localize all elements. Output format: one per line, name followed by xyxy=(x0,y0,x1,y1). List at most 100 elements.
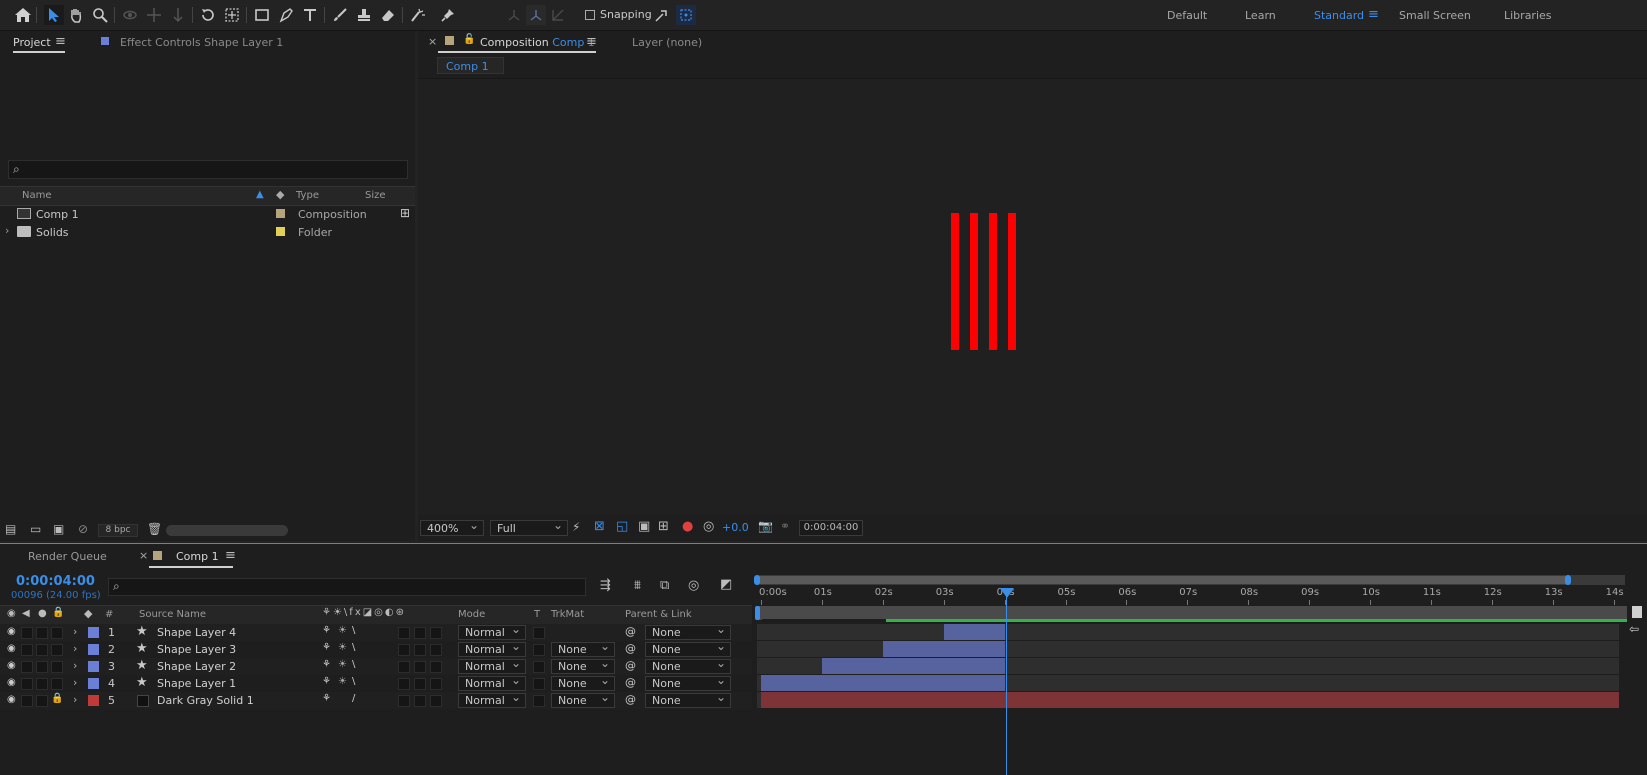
lock-toggle[interactable] xyxy=(51,661,63,673)
axis-local-icon[interactable] xyxy=(504,5,524,25)
pickwhip-icon[interactable]: @ xyxy=(625,676,636,689)
layer-duration-bar[interactable] xyxy=(761,692,1619,708)
label-swatch[interactable] xyxy=(88,678,99,689)
shy-switch-icon[interactable]: ⚘ xyxy=(322,625,331,636)
switch-box[interactable] xyxy=(430,695,442,707)
expand-chevron-icon[interactable]: › xyxy=(73,676,77,689)
label-column-icon[interactable]: ◆ xyxy=(276,188,284,201)
roto-brush-tool-icon[interactable] xyxy=(408,5,428,25)
mode-dropdown[interactable]: Normal xyxy=(458,673,526,691)
fast-previews-icon[interactable]: ⚡ xyxy=(572,520,580,534)
layer-row[interactable]: ◉ › 4 ★ Shape Layer 1 ⚘ ☀ \ Normal None … xyxy=(0,673,752,692)
layer-duration-bar[interactable] xyxy=(882,641,1005,657)
shy-switch-icon[interactable]: ⚘ xyxy=(322,642,331,653)
switch-box[interactable] xyxy=(430,644,442,656)
time-ruler[interactable]: 0:00s 01s 02s 03s 04s 05s 06s 07s 08s 09s 10s 11s 12… xyxy=(757,585,1627,605)
label-swatch[interactable] xyxy=(88,661,99,672)
type-tool-icon[interactable] xyxy=(300,5,320,25)
comp-viewer[interactable] xyxy=(418,78,1647,515)
mask-visibility-icon[interactable]: ◱ xyxy=(616,519,628,534)
eye-icon[interactable]: ◉ xyxy=(7,677,16,688)
project-settings-icon[interactable]: ⊘ xyxy=(78,522,88,536)
navigator-start-handle[interactable] xyxy=(754,575,760,585)
viewer-timecode[interactable]: 0:00:04:00 xyxy=(799,520,863,536)
switch-box[interactable] xyxy=(430,627,442,639)
switch-box[interactable] xyxy=(414,644,426,656)
color-management-icon[interactable]: ◎ xyxy=(703,519,714,534)
collapse-switch-icon[interactable]: ☀ xyxy=(338,625,347,636)
mode-dropdown[interactable]: Normal xyxy=(458,639,526,657)
navigator-end-handle[interactable] xyxy=(1565,575,1571,585)
workspace-small-screen[interactable]: Small Screen xyxy=(1399,9,1471,22)
layer-name[interactable]: Shape Layer 1 xyxy=(157,677,236,690)
flowchart-icon[interactable]: ⊞ xyxy=(400,206,410,220)
panel-menu-icon[interactable]: ≡ xyxy=(55,34,66,49)
quality-switch-icon[interactable]: / xyxy=(352,693,355,704)
resolution-dropdown[interactable]: Full xyxy=(490,517,568,536)
col-source-name[interactable]: Source Name xyxy=(139,609,206,620)
pen-tool-icon[interactable] xyxy=(276,5,296,25)
workspace-default[interactable]: Default xyxy=(1167,9,1207,22)
label-swatch[interactable] xyxy=(88,627,99,638)
playhead-handle[interactable] xyxy=(1000,588,1014,598)
rectangle-tool-icon[interactable] xyxy=(252,5,272,25)
expand-chevron-icon[interactable]: › xyxy=(5,224,9,237)
label-swatch[interactable] xyxy=(276,209,285,218)
collapse-switch-icon[interactable]: ☀ xyxy=(338,642,347,653)
anchor-point-tool-icon[interactable] xyxy=(222,5,242,25)
mode-dropdown[interactable]: Normal xyxy=(458,656,526,674)
region-of-interest-icon[interactable]: ▣ xyxy=(638,519,650,534)
new-folder-icon[interactable]: ▭ xyxy=(30,522,41,536)
parent-dropdown[interactable]: None xyxy=(645,639,731,657)
draft-3d-icon[interactable]: ⩩ xyxy=(634,578,641,593)
workspace-standard[interactable]: Standard xyxy=(1314,9,1364,22)
label-swatch[interactable] xyxy=(88,695,99,706)
project-item[interactable]: Comp 1 Composition ⊞ xyxy=(0,205,415,223)
solo-toggle[interactable] xyxy=(36,661,48,673)
composition-flowchart-icon[interactable]: ⇶ xyxy=(600,578,611,593)
layer-duration-bar[interactable] xyxy=(821,658,1005,674)
timeline-search-field[interactable]: ⌕ xyxy=(108,578,586,596)
eraser-tool-icon[interactable] xyxy=(378,5,398,25)
bpc-button[interactable]: 8 bpc xyxy=(98,524,138,537)
solo-toggle[interactable] xyxy=(36,627,48,639)
comp-panel-menu-icon[interactable]: ≡ xyxy=(586,34,597,49)
preserve-transparency-toggle[interactable] xyxy=(533,695,545,707)
layer-row[interactable]: ◉ › 3 ★ Shape Layer 2 ⚘ ☀ \ Normal None … xyxy=(0,656,752,675)
layer-name[interactable]: Shape Layer 3 xyxy=(157,643,236,656)
solo-toggle[interactable] xyxy=(36,678,48,690)
mode-dropdown[interactable]: Normal xyxy=(458,690,526,708)
expand-chevron-icon[interactable]: › xyxy=(73,659,77,672)
video-switch-icon[interactable]: ◉ xyxy=(7,608,16,619)
parent-dropdown[interactable]: None xyxy=(645,690,731,708)
workspace-learn[interactable]: Learn xyxy=(1245,9,1276,22)
layer-duration-bar[interactable] xyxy=(761,675,1005,691)
snapping-checkbox[interactable] xyxy=(585,10,595,20)
trkmat-dropdown[interactable]: None xyxy=(551,656,615,674)
tab-composition[interactable]: Composition Comp 1 xyxy=(480,36,595,49)
audio-toggle[interactable] xyxy=(21,678,33,690)
pickwhip-icon[interactable]: @ xyxy=(625,642,636,655)
project-search-field[interactable]: ⌕ xyxy=(8,160,408,179)
quality-switch-icon[interactable]: \ xyxy=(352,625,355,636)
show-snapshot-icon[interactable]: ⚭ xyxy=(780,519,790,533)
switch-box[interactable] xyxy=(398,661,410,673)
pan-camera-icon[interactable] xyxy=(144,5,164,25)
brush-tool-icon[interactable] xyxy=(330,5,350,25)
tab-timeline-comp[interactable]: Comp 1 xyxy=(176,550,219,563)
exposure-value[interactable]: +0.0 xyxy=(722,521,749,534)
pickwhip-icon[interactable]: @ xyxy=(625,659,636,672)
timeline-menu-icon[interactable]: ≡ xyxy=(225,548,236,563)
label-swatch[interactable] xyxy=(88,644,99,655)
pickwhip-icon[interactable]: @ xyxy=(625,693,636,706)
quality-switch-icon[interactable]: \ xyxy=(352,659,355,670)
preserve-transparency-toggle[interactable] xyxy=(533,661,545,673)
layer-name[interactable]: Shape Layer 4 xyxy=(157,626,236,639)
quality-switch-icon[interactable]: \ xyxy=(352,676,355,687)
switch-box[interactable] xyxy=(398,644,410,656)
audio-toggle[interactable] xyxy=(21,644,33,656)
sort-ascending-icon[interactable]: ▲ xyxy=(256,189,264,200)
interpret-footage-icon[interactable]: ▤ xyxy=(5,522,16,536)
home-icon[interactable] xyxy=(13,5,33,25)
solo-switch-icon[interactable]: ● xyxy=(38,608,47,619)
